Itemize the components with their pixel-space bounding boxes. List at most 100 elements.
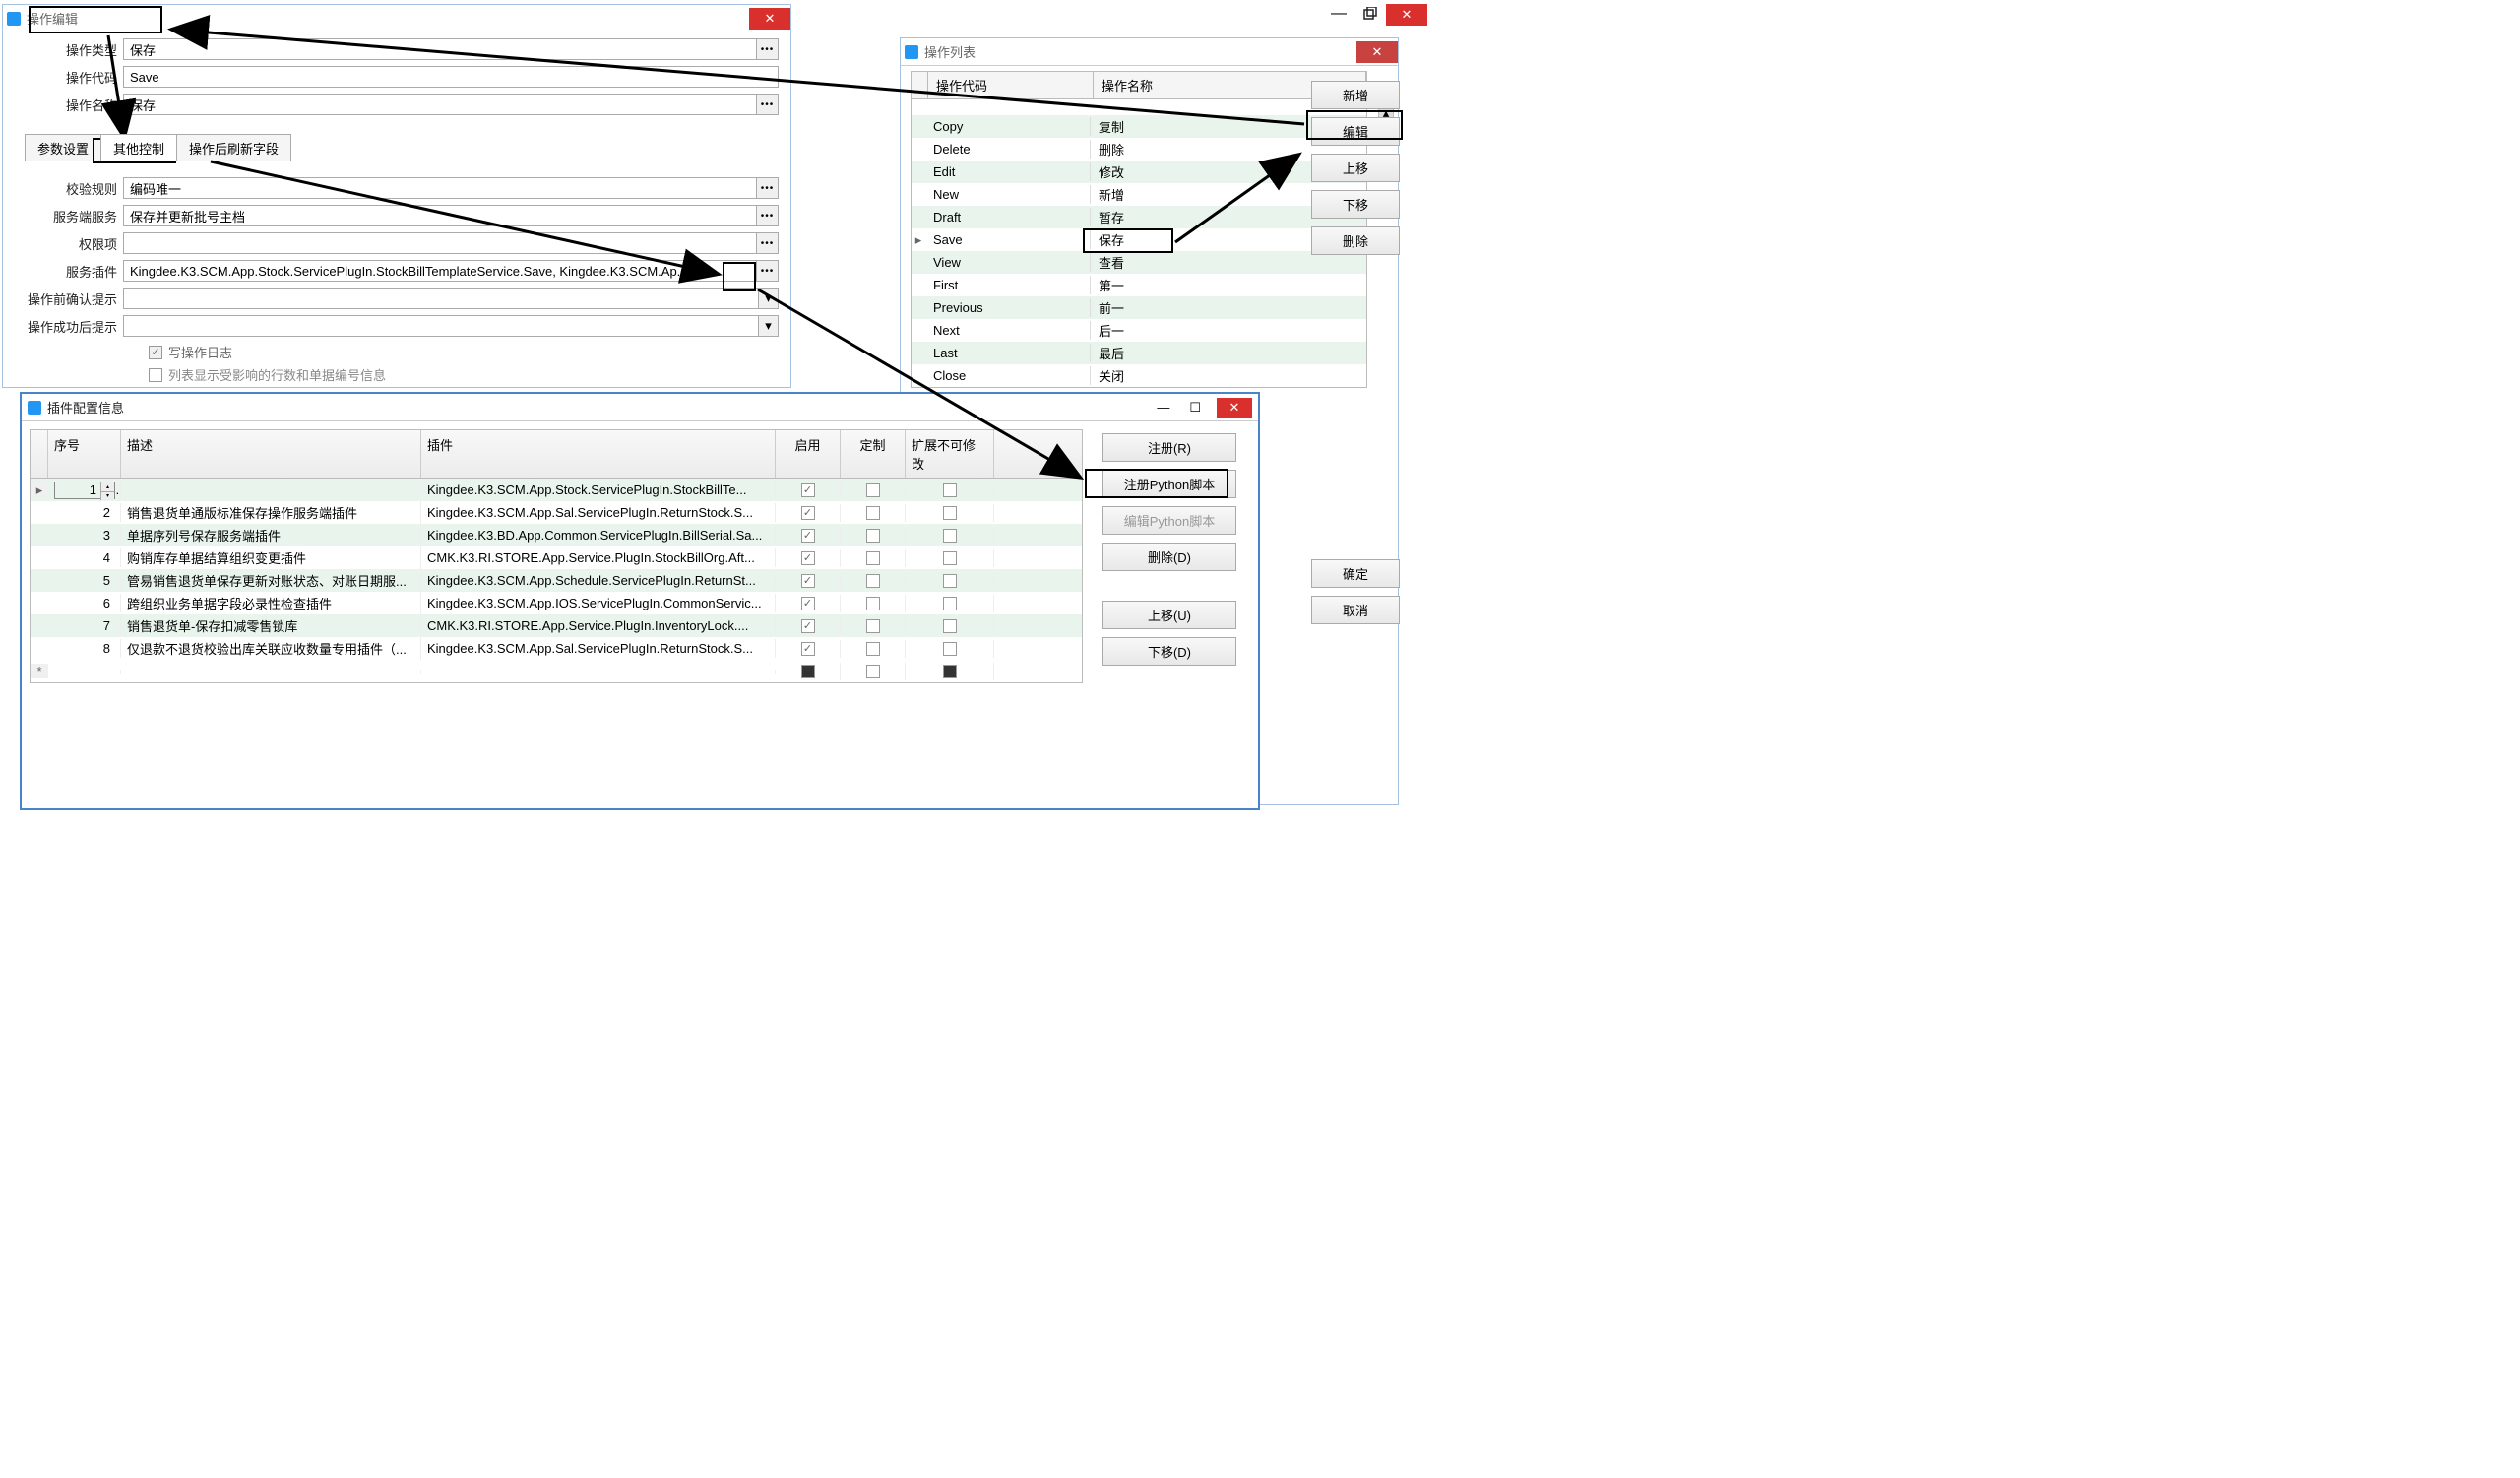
validate-input[interactable]: 编码唯一 •••: [123, 177, 779, 199]
col-ext[interactable]: 扩展不可修改: [906, 430, 994, 478]
col-seq[interactable]: 序号: [48, 430, 121, 478]
enable-checkbox[interactable]: [801, 597, 815, 610]
op-row-previous[interactable]: Previous前一: [912, 296, 1366, 319]
ok-button[interactable]: 确定: [1311, 559, 1400, 588]
enable-checkbox[interactable]: [801, 483, 815, 497]
ext-checkbox[interactable]: [943, 619, 957, 633]
server-service-browse[interactable]: •••: [756, 206, 778, 225]
op-row-delete[interactable]: Delete删除: [912, 138, 1366, 161]
custom-checkbox[interactable]: [866, 665, 880, 678]
col-plugin[interactable]: 插件: [421, 430, 776, 478]
enable-checkbox[interactable]: [801, 506, 815, 520]
op-name-browse[interactable]: •••: [756, 95, 778, 114]
ext-checkbox[interactable]: [943, 574, 957, 588]
plugin-row[interactable]: 2销售退货单通版标准保存操作服务端插件Kingdee.K3.SCM.App.Sa…: [31, 501, 1082, 524]
plugin-row[interactable]: 7销售退货单-保存扣减零售锁库CMK.K3.RI.STORE.App.Servi…: [31, 614, 1082, 637]
tab-refresh-fields[interactable]: 操作后刷新字段: [176, 134, 291, 161]
plugin-row[interactable]: 8仅退款不退货校验出库关联应收数量专用插件（...Kingdee.K3.SCM.…: [31, 637, 1082, 660]
server-service-input[interactable]: 保存并更新批号主档 •••: [123, 205, 779, 226]
server-service-label: 服务端服务: [15, 207, 123, 225]
move-up-button[interactable]: 上移(U): [1102, 601, 1236, 629]
ext-checkbox[interactable]: [943, 551, 957, 565]
custom-checkbox[interactable]: [866, 574, 880, 588]
tab-other-controls[interactable]: 其他控制: [100, 134, 177, 161]
plugin-minimize[interactable]: —: [1153, 400, 1173, 415]
op-row-first[interactable]: First第一: [912, 274, 1366, 296]
col-desc[interactable]: 描述: [121, 430, 421, 478]
enable-checkbox[interactable]: [801, 574, 815, 588]
write-log-checkbox[interactable]: [149, 346, 162, 359]
cancel-button[interactable]: 取消: [1311, 596, 1400, 624]
enable-checkbox[interactable]: [801, 619, 815, 633]
enable-checkbox[interactable]: [801, 642, 815, 656]
plugin-new-row[interactable]: *: [31, 660, 1082, 682]
validate-browse[interactable]: •••: [756, 178, 778, 198]
col-op-code[interactable]: 操作代码: [928, 72, 1094, 98]
op-row-close[interactable]: Close关闭: [912, 364, 1366, 387]
op-name-input[interactable]: 保存 •••: [123, 94, 779, 115]
list-edit-button[interactable]: 编辑: [1311, 117, 1400, 146]
ext-checkbox[interactable]: [943, 506, 957, 520]
list-down-button[interactable]: 下移: [1311, 190, 1400, 219]
custom-checkbox[interactable]: [866, 619, 880, 633]
move-down-button[interactable]: 下移(D): [1102, 637, 1236, 666]
tab-params[interactable]: 参数设置: [25, 134, 101, 161]
custom-checkbox[interactable]: [866, 506, 880, 520]
close-button[interactable]: ✕: [1386, 4, 1427, 26]
plugin-row[interactable]: ▸1▴▾Kingdee.K3.SCM.App.Stock.ServicePlug…: [31, 479, 1082, 501]
custom-checkbox[interactable]: [866, 483, 880, 497]
ext-checkbox[interactable]: [943, 597, 957, 610]
col-custom[interactable]: 定制: [841, 430, 906, 478]
op-code-input[interactable]: Save: [123, 66, 779, 88]
minimize-button[interactable]: —: [1323, 4, 1354, 24]
success-input[interactable]: ▾: [123, 315, 779, 337]
edit-dialog-close[interactable]: ✕: [749, 8, 790, 30]
register-button[interactable]: 注册(R): [1102, 433, 1236, 462]
list-up-button[interactable]: 上移: [1311, 154, 1400, 182]
enable-checkbox[interactable]: [801, 665, 815, 678]
plugin-close[interactable]: ✕: [1217, 398, 1252, 418]
pre-confirm-dropdown[interactable]: ▾: [758, 289, 778, 308]
plugin-input[interactable]: Kingdee.K3.SCM.App.Stock.ServicePlugIn.S…: [123, 260, 779, 282]
custom-checkbox[interactable]: [866, 551, 880, 565]
op-type-input[interactable]: 保存 •••: [123, 38, 779, 60]
plugin-row[interactable]: 6跨组织业务单据字段必录性检查插件Kingdee.K3.SCM.App.IOS.…: [31, 592, 1082, 614]
plugin-maximize[interactable]: ☐: [1185, 400, 1205, 416]
success-dropdown[interactable]: ▾: [758, 316, 778, 336]
op-row-next[interactable]: Next后一: [912, 319, 1366, 342]
enable-checkbox[interactable]: [801, 529, 815, 543]
op-type-browse[interactable]: •••: [756, 39, 778, 59]
col-enable[interactable]: 启用: [776, 430, 841, 478]
ext-checkbox[interactable]: [943, 529, 957, 543]
plugin-browse[interactable]: •••: [756, 261, 778, 281]
plugin-row[interactable]: 5管易销售退货单保存更新对账状态、对账日期服...Kingdee.K3.SCM.…: [31, 569, 1082, 592]
delete-plugin-button[interactable]: 删除(D): [1102, 543, 1236, 571]
custom-checkbox[interactable]: [866, 529, 880, 543]
plugin-row[interactable]: 4购销库存单据结算组织变更插件CMK.K3.RI.STORE.App.Servi…: [31, 546, 1082, 569]
op-row-view[interactable]: View查看: [912, 251, 1366, 274]
ext-checkbox[interactable]: [943, 665, 957, 678]
op-row-edit[interactable]: Edit修改: [912, 161, 1366, 183]
list-close[interactable]: ✕: [1356, 41, 1398, 63]
list-delete-button[interactable]: 删除: [1311, 226, 1400, 255]
enable-checkbox[interactable]: [801, 551, 815, 565]
show-affected-checkbox[interactable]: [149, 368, 162, 382]
op-row-draft[interactable]: Draft暂存: [912, 206, 1366, 228]
plugin-row[interactable]: 3单据序列号保存服务端插件Kingdee.K3.BD.App.Common.Se…: [31, 524, 1082, 546]
ext-checkbox[interactable]: [943, 642, 957, 656]
custom-checkbox[interactable]: [866, 642, 880, 656]
permission-browse[interactable]: •••: [756, 233, 778, 253]
custom-checkbox[interactable]: [866, 597, 880, 610]
plugin-titlebar: 插件配置信息 — ☐ ✕: [22, 394, 1258, 421]
maximize-button[interactable]: [1354, 4, 1386, 24]
permission-input[interactable]: •••: [123, 232, 779, 254]
op-row-last[interactable]: Last最后: [912, 342, 1366, 364]
list-side-buttons: 新增 编辑 上移 下移 删除: [1311, 81, 1400, 255]
ext-checkbox[interactable]: [943, 483, 957, 497]
register-python-button[interactable]: 注册Python脚本: [1102, 470, 1236, 498]
op-row-copy[interactable]: Copy复制: [912, 115, 1366, 138]
op-row-save[interactable]: ▸Save保存: [912, 228, 1366, 251]
pre-confirm-input[interactable]: ▾: [123, 288, 779, 309]
op-row-new[interactable]: New新增: [912, 183, 1366, 206]
list-add-button[interactable]: 新增: [1311, 81, 1400, 109]
